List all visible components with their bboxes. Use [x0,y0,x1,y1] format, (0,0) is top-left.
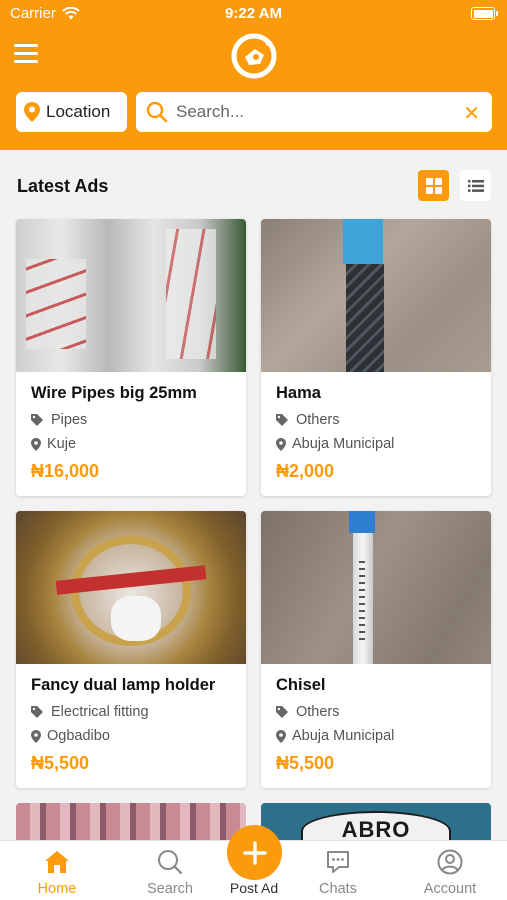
menu-icon[interactable] [14,44,38,66]
ad-location: Abuja Municipal [276,436,477,452]
location-button[interactable]: Location [16,92,127,132]
ad-category-label: Electrical fitting [51,704,149,720]
ad-title: Fancy dual lamp holder [31,676,216,694]
ad-card[interactable]: Wire Pipes big 25mm Pipes Kuje ₦16,000 [16,219,246,496]
tab-account-label: Account [423,881,477,897]
tag-icon [31,706,43,718]
tab-home-label: Home [37,881,77,897]
ad-category-label: Others [296,704,340,720]
post-ad-label: Post Ad [229,880,279,896]
grid-icon [425,177,442,194]
ad-category: Pipes [31,412,232,428]
list-view-button[interactable] [460,170,491,201]
tag-icon [276,706,288,718]
search-input[interactable] [176,102,456,122]
ad-price: ₦5,500 [31,753,90,773]
location-pin-icon [31,729,41,743]
account-icon [437,849,463,875]
search-bar[interactable]: ✕ [136,92,492,132]
post-ad-button[interactable] [227,825,282,880]
ad-category-label: Pipes [51,412,88,428]
ad-price: ₦5,500 [276,753,335,773]
ad-category-label: Others [296,412,340,428]
ad-location-label: Ogbadibo [47,728,110,744]
home-icon [45,851,69,873]
ad-image [16,511,246,664]
ad-card-partial[interactable]: ABRO [261,803,491,843]
ad-location: Abuja Municipal [276,728,477,744]
ad-location-label: Abuja Municipal [292,436,395,452]
ad-location: Kuje [31,436,232,452]
ad-card-partial[interactable] [16,803,246,843]
location-pin-icon [276,729,286,743]
ad-card[interactable]: Chisel Others Abuja Municipal ₦5,500 [261,511,491,788]
ad-title: Wire Pipes big 25mm [31,384,197,402]
ad-title: Hama [276,384,321,402]
ad-location: Ogbadibo [31,728,232,744]
status-time: 9:22 AM [225,5,282,22]
section-title: Latest Ads [17,176,109,196]
ad-image [261,511,491,664]
clear-search-icon[interactable]: ✕ [463,101,480,126]
ad-location-label: Abuja Municipal [292,728,395,744]
ad-category: Others [276,704,477,720]
location-label: Location [46,102,111,121]
location-pin-icon [276,437,286,451]
battery-icon [471,7,498,20]
ad-card[interactable]: Hama Others Abuja Municipal ₦2,000 [261,219,491,496]
ad-location-label: Kuje [47,436,77,452]
list-icon [467,179,484,192]
app-logo [231,33,277,79]
tag-icon [276,414,288,426]
ad-price: ₦16,000 [31,461,100,481]
ad-image [16,219,246,372]
ad-category: Others [276,412,477,428]
ad-image [261,219,491,372]
tag-icon [31,414,43,426]
grid-view-button[interactable] [418,170,449,201]
plus-icon [242,840,267,865]
location-pin-icon [31,437,41,451]
chat-icon [327,851,349,873]
tab-home[interactable]: Home [7,847,107,897]
tab-account[interactable]: Account [400,847,500,897]
location-pin-icon [24,102,40,122]
ad-title: Chisel [276,676,326,694]
search-icon [158,850,183,875]
search-icon [146,101,168,123]
ad-price: ₦2,000 [276,461,335,481]
app-header: Carrier 9:22 AM Location ✕ [0,0,507,150]
ad-card[interactable]: Fancy dual lamp holder Electrical fittin… [16,511,246,788]
ad-category: Electrical fitting [31,704,232,720]
status-bar: Carrier 9:22 AM [0,0,507,28]
